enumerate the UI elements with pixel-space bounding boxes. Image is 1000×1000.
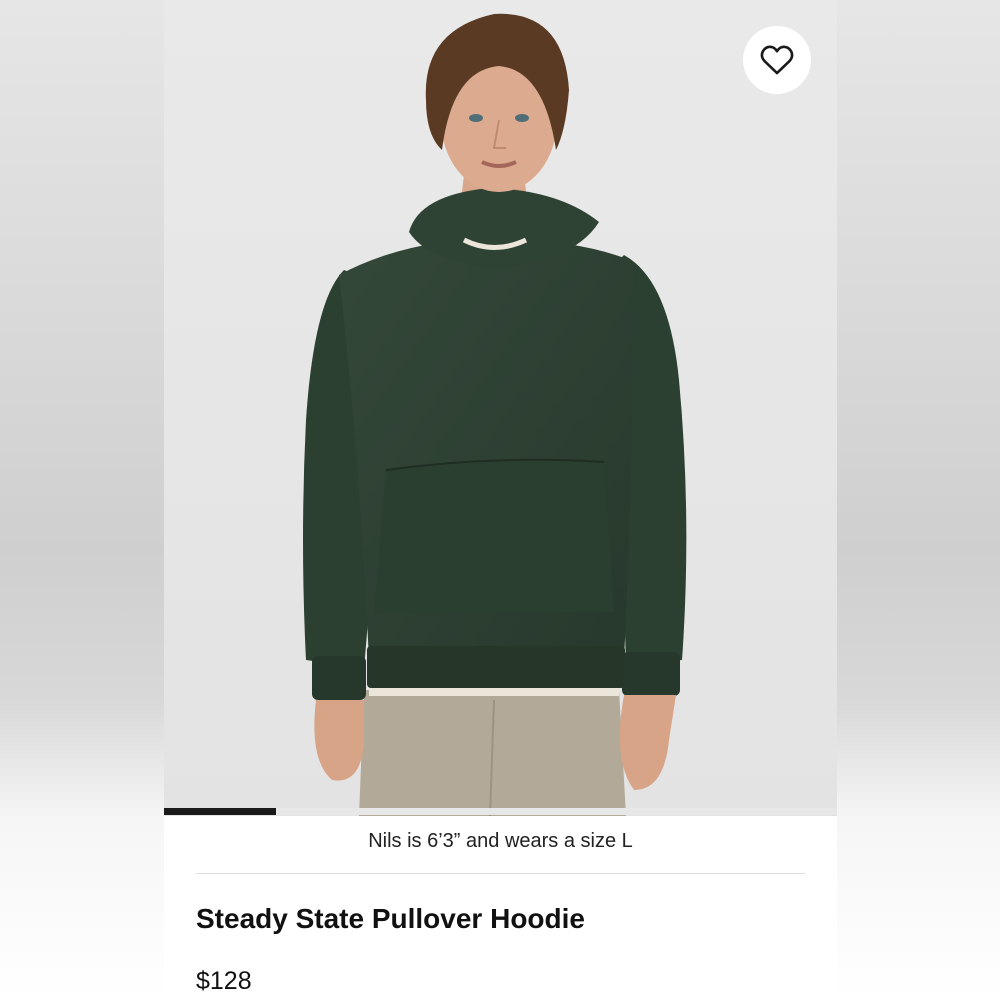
product-title: Steady State Pullover Hoodie (196, 903, 585, 934)
backdrop-left (0, 0, 164, 1000)
heart-outline-icon (760, 45, 794, 75)
image-carousel-progress (164, 808, 837, 815)
model-illustration (164, 0, 837, 816)
product-price: $128 (196, 967, 252, 995)
divider (196, 873, 805, 874)
backdrop-right (837, 0, 1000, 1000)
wishlist-button[interactable] (743, 26, 811, 94)
carousel-progress-fill (164, 808, 277, 815)
product-image[interactable] (164, 0, 837, 816)
product-page: Nils is 6’3” and wears a size L Steady S… (164, 0, 837, 1000)
model-fit-note: Nils is 6’3” and wears a size L (368, 830, 633, 852)
